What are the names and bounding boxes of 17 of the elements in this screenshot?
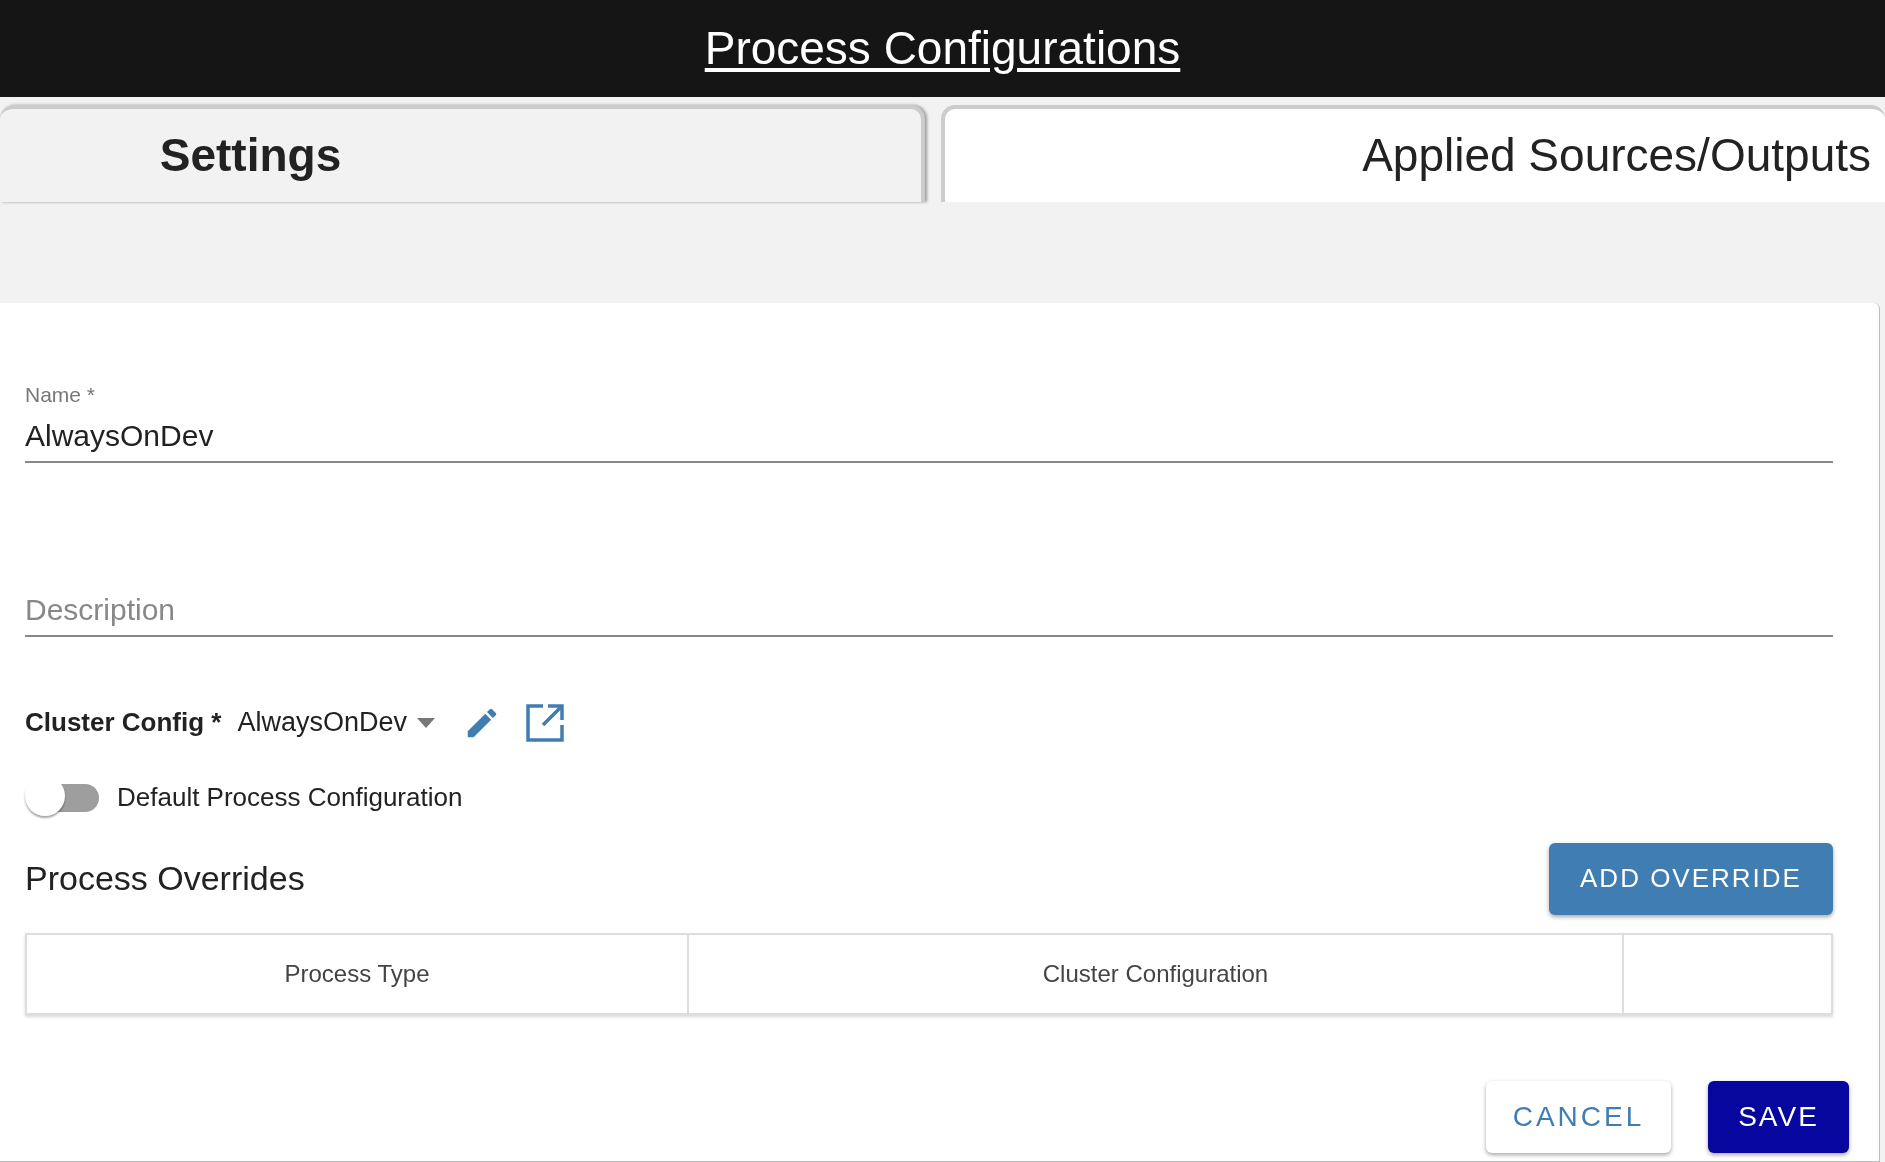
external-link-icon[interactable] [526, 703, 564, 742]
toggle-label: Default Process Configuration [117, 781, 463, 814]
cancel-button[interactable]: CANCEL [1486, 1080, 1671, 1153]
caret-icon [417, 717, 435, 728]
field-label: Cluster Config * [25, 706, 222, 739]
name-field[interactable]: AlwaysOnDev [25, 410, 1833, 461]
save-button[interactable]: SAVE [1708, 1080, 1849, 1153]
field-label: Name * [25, 382, 97, 408]
column-header: Process Type [283, 958, 431, 989]
page-title[interactable]: Process Configurations [704, 14, 1181, 83]
section-title: Process Overrides [25, 858, 305, 899]
description-field[interactable]: Description [25, 584, 1833, 637]
tab[interactable]: Applied Sources/Outputs [941, 105, 1885, 202]
add-override-button[interactable]: ADD OVERRIDE [1549, 842, 1833, 915]
cluster-config-dropdown[interactable]: AlwaysOnDev [237, 702, 435, 743]
column-header: Cluster Configuration [687, 934, 1622, 1013]
tab[interactable]: Settings [0, 105, 925, 202]
